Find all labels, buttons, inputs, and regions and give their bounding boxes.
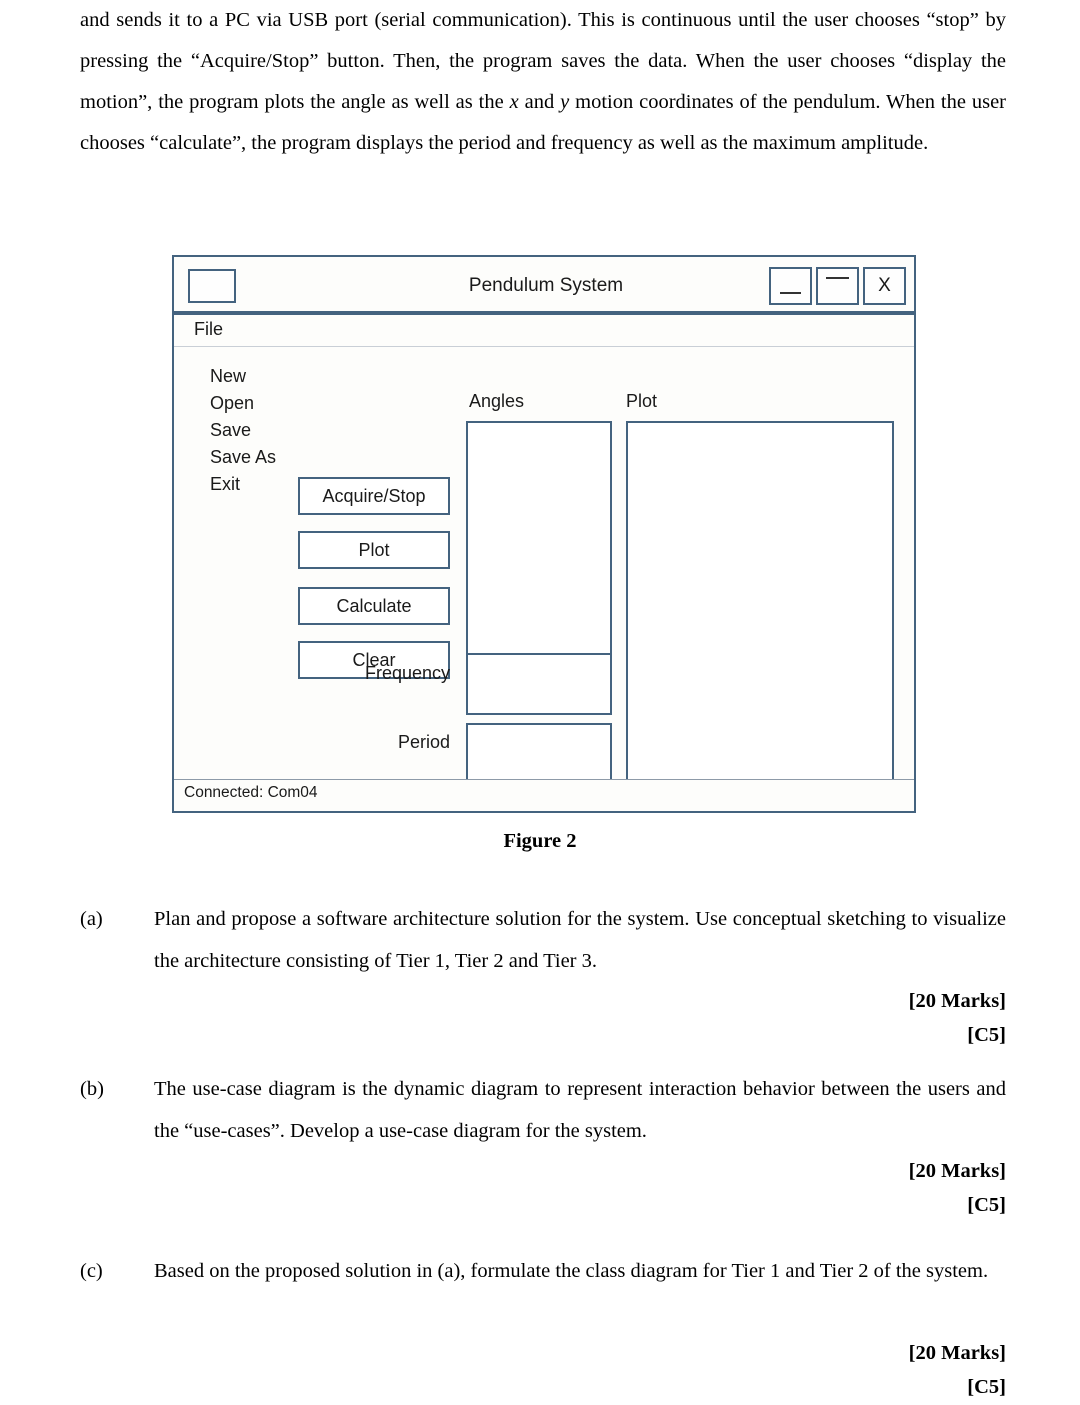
statusbar: Connected: Com04 [174, 779, 914, 811]
minimize-button[interactable] [769, 267, 812, 305]
menu-item-save[interactable]: Save [210, 417, 276, 444]
file-menu-items: New Open Save Save As Exit [210, 363, 276, 498]
angles-panel-label: Angles [469, 391, 525, 411]
menu-item-open[interactable]: Open [210, 390, 276, 417]
calculate-button[interactable]: Calculate [298, 587, 450, 625]
window-controls: X [769, 267, 906, 305]
pendulum-system-mockup: Pendulum System X File New Open Save Sav… [172, 255, 916, 813]
question-b-letter: (b) [80, 1078, 104, 1100]
minimize-icon [780, 292, 801, 294]
question-a-text: Plan and propose a software architecture… [154, 908, 1006, 972]
plot-panel-label: Plot [626, 391, 658, 411]
intro-text-segment-2: and [518, 91, 561, 113]
menu-item-exit[interactable]: Exit [210, 471, 276, 498]
intro-variable-x: x [509, 91, 519, 113]
menubar: File [174, 315, 914, 347]
period-label: Period [397, 732, 450, 752]
menu-item-new[interactable]: New [210, 363, 276, 390]
window-titlebar: Pendulum System X [172, 255, 916, 313]
question-c-text: Based on the proposed solution in (a), f… [154, 1260, 989, 1282]
close-button[interactable]: X [863, 267, 906, 305]
figure-caption: Figure 2 [503, 830, 577, 852]
question-c-marks: [20 Marks] [908, 1342, 1006, 1364]
connection-status: Connected: Com04 [184, 784, 318, 801]
maximize-button[interactable] [816, 267, 859, 305]
plot-button[interactable]: Plot [298, 531, 450, 569]
frequency-label: Frequency [364, 663, 450, 683]
frequency-field[interactable] [466, 653, 612, 715]
menu-file[interactable]: File [194, 319, 223, 340]
question-b-code: [C5] [967, 1194, 1006, 1216]
question-b-text: The use-case diagram is the dynamic diag… [154, 1078, 1006, 1142]
period-field[interactable] [466, 723, 612, 785]
question-a-letter: (a) [80, 908, 103, 930]
maximize-icon [826, 277, 849, 279]
intro-paragraph: and sends it to a PC via USB port (seria… [80, 0, 1006, 164]
question-c-letter: (c) [80, 1260, 103, 1282]
menu-item-save-as[interactable]: Save As [210, 444, 276, 471]
question-a-marks: [20 Marks] [908, 990, 1006, 1012]
plot-display-area[interactable] [626, 421, 894, 785]
angles-list-box[interactable] [466, 421, 612, 674]
question-b-marks: [20 Marks] [908, 1160, 1006, 1182]
acquire-stop-button[interactable]: Acquire/Stop [298, 477, 450, 515]
question-a-code: [C5] [967, 1024, 1006, 1046]
intro-variable-y: y [560, 91, 570, 113]
window-body: File New Open Save Save As Exit Acquire/… [172, 313, 916, 813]
question-c-code: [C5] [967, 1376, 1006, 1398]
